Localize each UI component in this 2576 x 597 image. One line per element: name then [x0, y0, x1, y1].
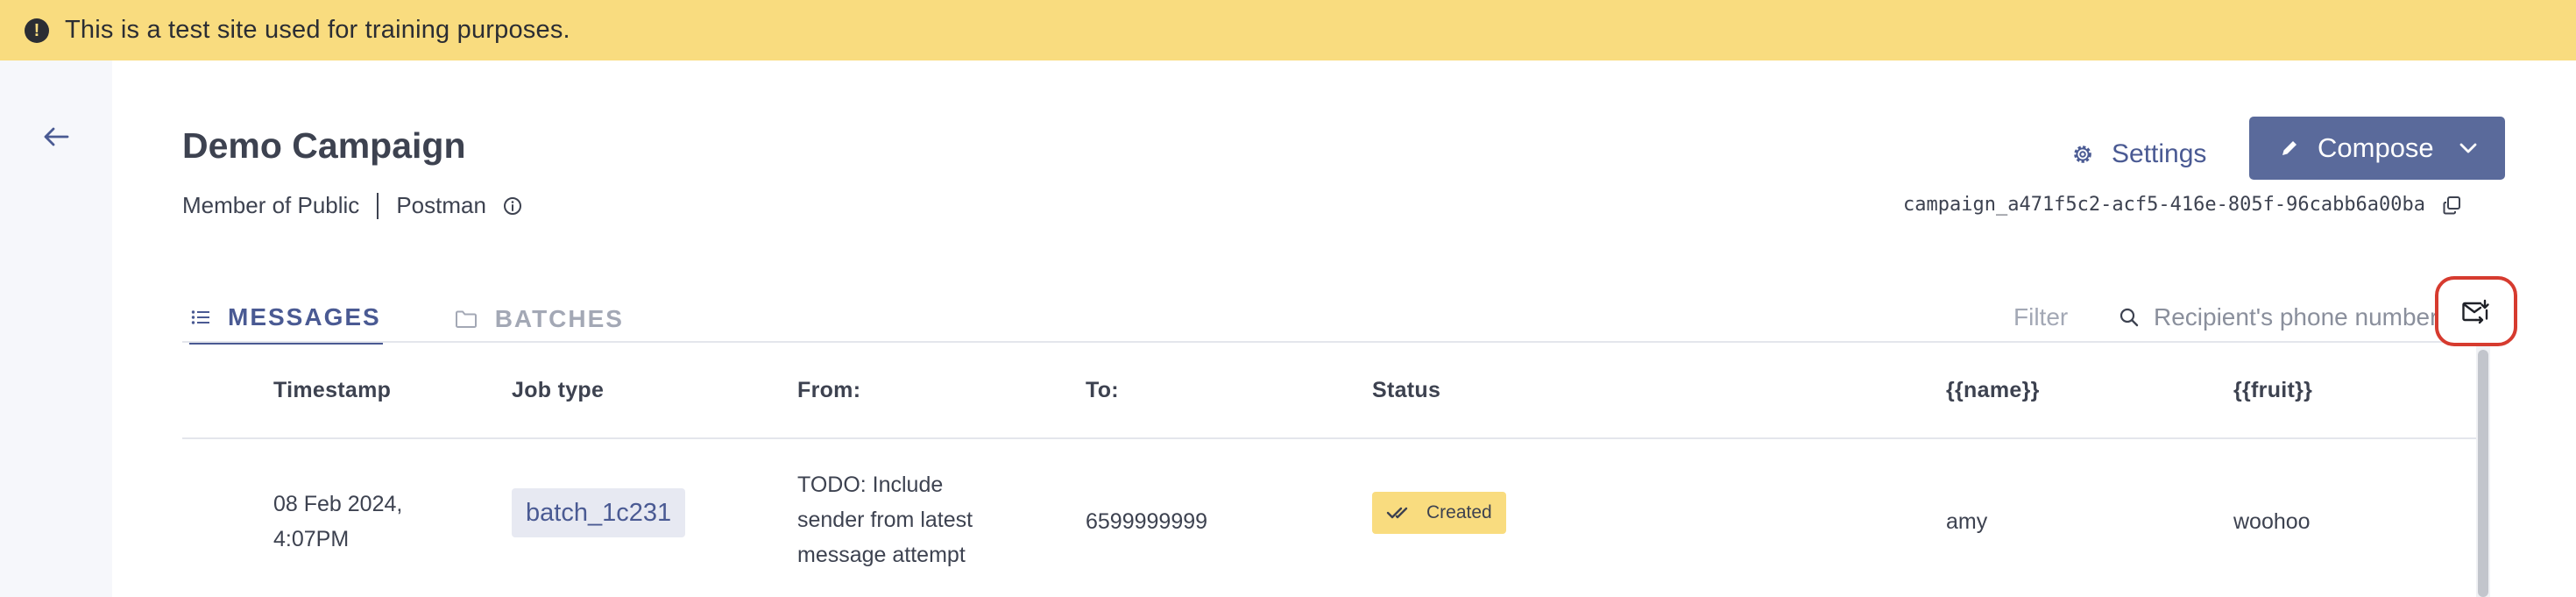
tab-batches-label: BATCHES: [494, 305, 624, 332]
cell-name: amy: [1946, 509, 1988, 534]
column-header-fruit[interactable]: {{fruit}}: [2233, 378, 2312, 403]
role-label: Member of Public: [182, 192, 360, 218]
compose-label: Compose: [2318, 132, 2434, 163]
tab-bar: MESSAGES BATCHES: [189, 294, 626, 345]
column-header-job-type[interactable]: Job type: [512, 378, 604, 403]
job-type-chip[interactable]: batch_1c231: [512, 488, 686, 537]
column-header-name[interactable]: {{name}}: [1946, 378, 2040, 403]
search-icon: [2120, 308, 2139, 327]
list-icon: [191, 310, 209, 324]
cell-timestamp: 08 Feb 2024, 4:07PM: [273, 492, 403, 551]
info-circle-icon[interactable]: [502, 195, 523, 217]
training-banner: ! This is a test site used for training …: [0, 0, 2576, 60]
banner-text: This is a test site used for training pu…: [65, 16, 570, 44]
arrow-left-icon: [44, 127, 69, 146]
table-header-row: Timestamp Job type From: To: Status {{na…: [182, 343, 2478, 439]
settings-label: Settings: [2112, 139, 2207, 168]
column-header-status[interactable]: Status: [1372, 378, 1440, 403]
status-label: Created: [1426, 502, 1492, 522]
recipient-phone-search-input[interactable]: [2154, 303, 2469, 331]
chevron-down-icon: [2459, 143, 2477, 153]
campaign-meta: Member of Public Postman: [182, 192, 523, 219]
cell-from: TODO: Include sender from latest message…: [797, 473, 973, 567]
status-badge: Created: [1372, 492, 1506, 534]
meta-divider: [377, 192, 379, 219]
mail-download-icon: [2462, 299, 2489, 324]
copy-icon[interactable]: [2441, 195, 2462, 216]
campaign-id: campaign_a471f5c2-acf5-416e-805f-96cabb6…: [1903, 194, 2462, 216]
table-scrollbar[interactable]: [2476, 346, 2490, 597]
export-messages-button[interactable]: [2435, 276, 2517, 346]
exclamation-circle-icon: !: [25, 18, 49, 43]
table-row[interactable]: 08 Feb 2024, 4:07PM batch_1c231 TODO: In…: [182, 439, 2478, 597]
scrollbar-thumb[interactable]: [2478, 350, 2488, 597]
back-button[interactable]: [39, 121, 74, 153]
messages-table: Timestamp Job type From: To: Status {{na…: [182, 343, 2478, 597]
cell-fruit: woohoo: [2233, 509, 2311, 534]
channel-label: Postman: [396, 192, 486, 218]
compose-button[interactable]: Compose: [2249, 117, 2505, 180]
campaign-id-text: campaign_a471f5c2-acf5-416e-805f-96cabb6…: [1903, 194, 2426, 216]
gear-icon: [2074, 146, 2091, 163]
column-header-from[interactable]: From:: [797, 378, 860, 403]
settings-button[interactable]: Settings: [2071, 128, 2206, 181]
filter-label: Filter: [2013, 303, 2069, 330]
double-check-icon: [1386, 507, 1408, 519]
column-header-to[interactable]: To:: [1086, 378, 1119, 403]
main-panel: Demo Campaign Member of Public Postman S…: [112, 60, 2576, 597]
page-title: Demo Campaign: [182, 125, 466, 166]
cell-to: 6599999999: [1086, 509, 1208, 534]
pencil-icon: [2282, 141, 2296, 155]
tab-messages-label: MESSAGES: [228, 303, 381, 330]
column-header-timestamp[interactable]: Timestamp: [273, 378, 391, 403]
folder-icon: [455, 310, 477, 328]
tab-batches[interactable]: BATCHES: [453, 294, 626, 345]
tab-messages[interactable]: MESSAGES: [189, 294, 383, 345]
